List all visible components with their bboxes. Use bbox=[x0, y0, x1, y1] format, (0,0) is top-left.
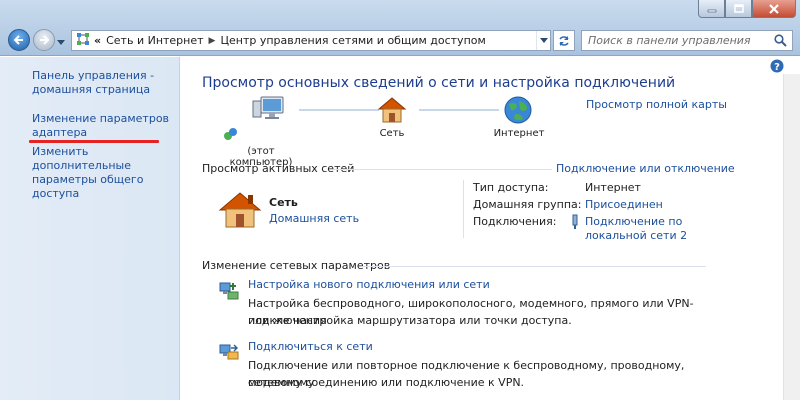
setup-new-connection-desc-line2: или же настройка маршрутизатора или точк… bbox=[248, 314, 572, 327]
homegroup-value-link[interactable]: Присоединен bbox=[585, 198, 663, 211]
forward-button[interactable] bbox=[33, 29, 55, 51]
network-label: Сеть bbox=[379, 128, 405, 139]
refresh-button[interactable] bbox=[553, 30, 575, 51]
address-bar[interactable]: « Сеть и Интернет ▶ Центр управления сет… bbox=[71, 30, 551, 51]
network-type-link[interactable]: Домашняя сеть bbox=[269, 212, 359, 225]
homegroup-label: Домашняя группа: bbox=[473, 198, 582, 211]
active-networks-title: Просмотр активных сетей bbox=[202, 162, 355, 175]
address-dropdown-button[interactable] bbox=[536, 31, 550, 50]
connect-to-network-desc-line2: сетевому соединению или подключение к VP… bbox=[248, 376, 525, 389]
sidebar: Панель управления - домашняя страница Из… bbox=[0, 57, 180, 400]
search-input[interactable] bbox=[588, 34, 768, 47]
close-button[interactable] bbox=[752, 0, 796, 18]
breadcrumb-item[interactable]: Сеть и Интернет bbox=[106, 34, 203, 47]
access-type-label: Тип доступа: bbox=[473, 181, 549, 194]
map-connector-line bbox=[299, 109, 379, 111]
new-connection-icon bbox=[219, 280, 239, 303]
section-divider bbox=[334, 169, 552, 170]
search-box[interactable] bbox=[581, 30, 793, 51]
internet-label: Интернет bbox=[493, 128, 545, 139]
globe-icon bbox=[504, 96, 532, 124]
access-type-value: Интернет bbox=[585, 181, 641, 194]
network-name: Сеть bbox=[269, 196, 298, 209]
breadcrumb-overflow[interactable]: « bbox=[94, 34, 101, 47]
chevron-down-icon bbox=[57, 40, 65, 45]
main-panel: ? Просмотр основных сведений о сети и на… bbox=[181, 57, 800, 400]
minimize-icon bbox=[707, 9, 716, 12]
connect-to-network-icon bbox=[219, 342, 239, 365]
vertical-scrollbar[interactable] bbox=[783, 74, 800, 400]
internet-node[interactable] bbox=[503, 95, 533, 128]
sidebar-link-advanced-sharing[interactable]: Изменить дополнительные параметры общего… bbox=[32, 145, 177, 201]
connect-disconnect-link[interactable]: Подключение или отключение bbox=[556, 162, 735, 175]
section-divider bbox=[361, 266, 706, 267]
minimize-button[interactable] bbox=[698, 0, 725, 18]
maximize-button[interactable] bbox=[725, 0, 752, 18]
chevron-down-icon bbox=[539, 37, 548, 43]
home-network-icon bbox=[218, 190, 262, 233]
network-status-icon bbox=[223, 127, 237, 144]
connections-label: Подключения: bbox=[473, 215, 557, 228]
svg-text:?: ? bbox=[774, 62, 780, 73]
maximize-icon bbox=[733, 4, 744, 13]
breadcrumb-separator-icon[interactable]: ▶ bbox=[209, 36, 216, 46]
computer-node[interactable] bbox=[251, 95, 287, 128]
red-highlight-underline bbox=[29, 140, 159, 143]
window-chrome: « Сеть и Интернет ▶ Центр управления сет… bbox=[0, 0, 800, 56]
connection-link-line2[interactable]: локальной сети 2 bbox=[585, 229, 687, 242]
sidebar-link-control-panel-home[interactable]: Панель управления - домашняя страница bbox=[32, 69, 177, 97]
setup-new-connection-link[interactable]: Настройка нового подключения или сети bbox=[248, 278, 490, 291]
sidebar-link-adapter-settings[interactable]: Изменение параметров адаптера bbox=[32, 112, 177, 140]
computer-icon bbox=[252, 96, 284, 119]
help-icon: ? bbox=[770, 59, 784, 73]
page-title: Просмотр основных сведений о сети и наст… bbox=[202, 75, 676, 91]
network-node[interactable] bbox=[376, 95, 408, 128]
connect-to-network-link[interactable]: Подключиться к сети bbox=[248, 340, 373, 353]
back-button[interactable] bbox=[8, 29, 30, 51]
view-full-map-link[interactable]: Просмотр полной карты bbox=[586, 98, 727, 111]
window-controls bbox=[698, 0, 796, 18]
arrow-left-icon bbox=[13, 35, 23, 45]
search-icon[interactable] bbox=[774, 34, 787, 50]
refresh-icon bbox=[559, 35, 569, 46]
network-center-icon bbox=[76, 32, 90, 49]
connection-link-line1[interactable]: Подключение по bbox=[585, 215, 682, 228]
ethernet-icon bbox=[570, 214, 580, 233]
vertical-divider bbox=[463, 180, 464, 238]
close-icon bbox=[769, 3, 779, 14]
arrow-right-icon bbox=[40, 35, 50, 45]
help-button[interactable]: ? bbox=[770, 59, 784, 76]
home-network-icon bbox=[377, 97, 407, 123]
recent-pages-dropdown[interactable] bbox=[57, 36, 65, 49]
map-connector-line bbox=[419, 109, 499, 111]
breadcrumb-item[interactable]: Центр управления сетями и общим доступом bbox=[220, 34, 485, 47]
